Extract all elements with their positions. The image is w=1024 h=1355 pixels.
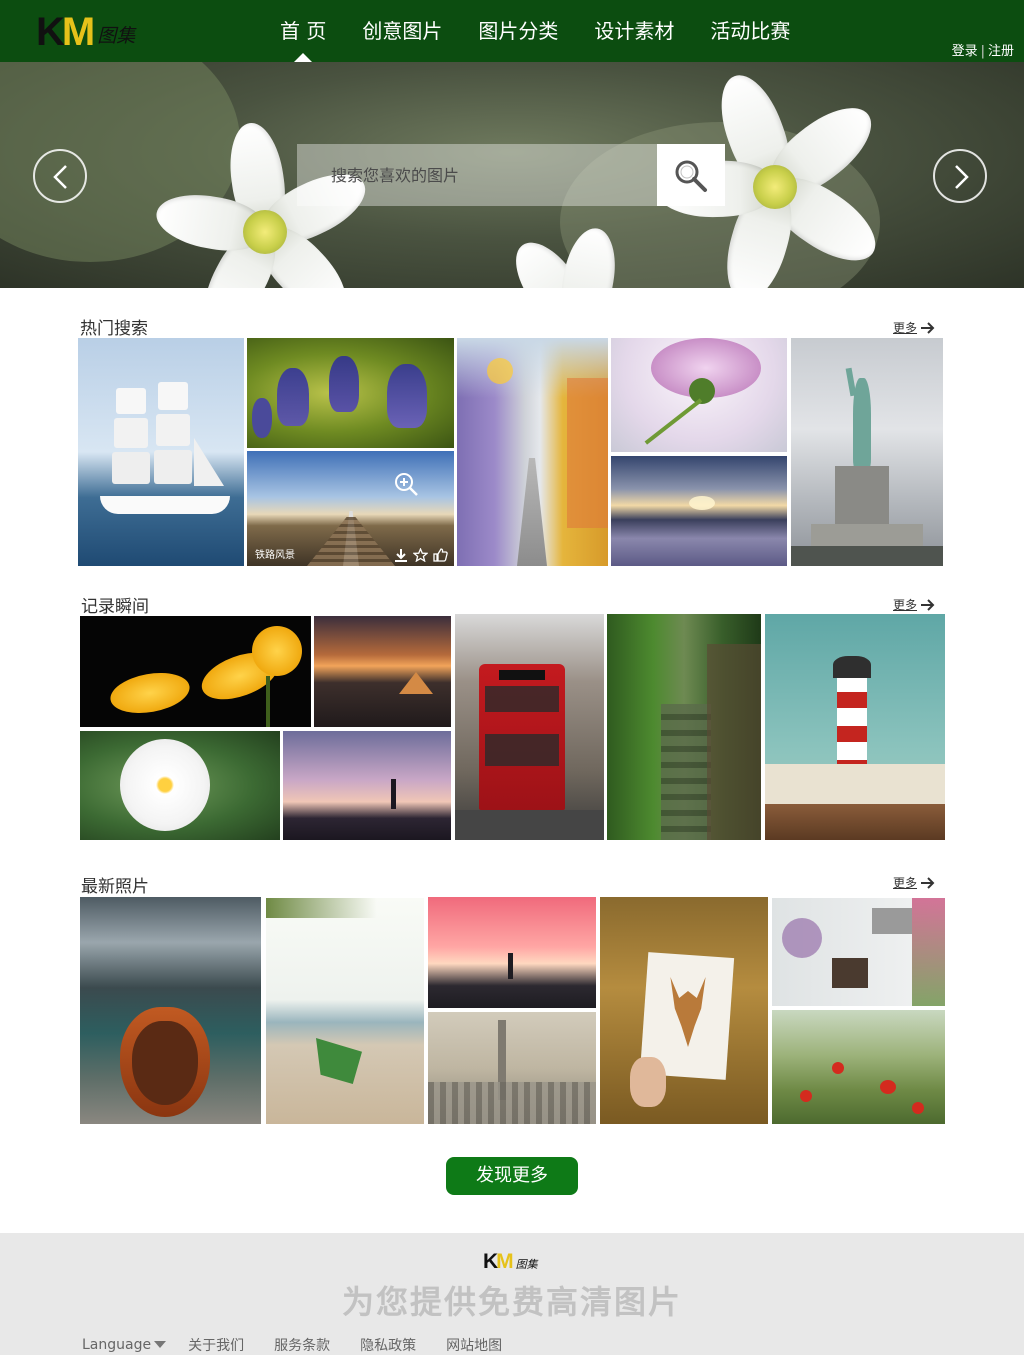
nav-contests[interactable]: 活动比赛 (692, 0, 808, 62)
register-link[interactable]: 注册 (988, 44, 1014, 59)
banner-next-button[interactable] (933, 149, 987, 203)
chevron-left-icon (53, 165, 67, 189)
hero-banner (0, 62, 1024, 288)
search-button[interactable] (657, 144, 725, 206)
banner-prev-button[interactable] (33, 149, 87, 203)
photo-pink-cosmos[interactable] (611, 338, 787, 452)
footer-links: Language 关于我们 服务条款 隐私政策 网站地图 (82, 1335, 532, 1355)
photo-mossy-stairs[interactable] (607, 614, 761, 840)
auth-divider: | (980, 44, 985, 59)
thumbs-up-icon[interactable] (433, 548, 448, 562)
footer-link-about[interactable]: 关于我们 (188, 1335, 244, 1355)
more-link-hot[interactable]: 更多 (893, 319, 935, 336)
photo-poppy-field[interactable] (772, 1010, 945, 1124)
photo-sailboat[interactable] (78, 338, 244, 566)
footer-logo-text: 图集 (515, 1258, 538, 1271)
top-navbar: K M 图集 首 页 创意图片 图片分类 设计素材 活动比赛 登录 | 注册 (0, 0, 1024, 62)
nav-image-categories[interactable]: 图片分类 (460, 0, 576, 62)
footer-link-terms[interactable]: 服务条款 (274, 1335, 330, 1355)
photo-caption: 铁路风景 (255, 550, 295, 561)
footer-link-privacy[interactable]: 隐私政策 (360, 1335, 416, 1355)
search-bar (297, 144, 725, 206)
search-input[interactable] (297, 144, 657, 206)
footer-logo[interactable]: K M 图集 (483, 1251, 538, 1272)
more-label: 更多 (893, 598, 918, 612)
arrow-right-icon (921, 876, 935, 889)
star-icon[interactable] (413, 548, 428, 562)
more-link-moments[interactable]: 更多 (893, 596, 935, 613)
photo-desk-flatlay[interactable] (772, 898, 945, 1006)
chevron-right-icon (955, 165, 969, 189)
photo-london-bus[interactable] (455, 614, 604, 840)
photo-tent-sunset[interactable] (314, 616, 451, 727)
site-logo[interactable]: K M 图集 (36, 12, 135, 52)
language-selector[interactable]: Language (82, 1335, 167, 1355)
logo-text: 图集 (97, 25, 136, 47)
photo-railway[interactable]: 铁路风景 (247, 451, 454, 566)
main-nav: 首 页 创意图片 图片分类 设计素材 活动比赛 (262, 0, 808, 62)
photo-statue-of-liberty[interactable] (791, 338, 943, 566)
arrow-right-icon (921, 321, 935, 334)
more-link-latest[interactable]: 更多 (893, 874, 935, 891)
discover-more-button[interactable]: 发现更多 (446, 1157, 578, 1195)
arrow-right-icon (921, 598, 935, 611)
language-label: Language (82, 1337, 152, 1353)
footer-logo-m: M (496, 1250, 514, 1273)
nav-design-materials[interactable]: 设计素材 (576, 0, 692, 62)
caret-down-icon (154, 1341, 167, 1348)
photo-beach-chair[interactable] (266, 898, 424, 1124)
section-title-hot: 热门搜索 (80, 319, 148, 339)
section-title-latest: 最新照片 (81, 877, 149, 897)
zoom-icon[interactable] (393, 471, 419, 497)
login-link[interactable]: 登录 (952, 44, 978, 59)
photo-sunset-field[interactable] (611, 456, 787, 566)
more-label: 更多 (893, 876, 918, 890)
photo-pink-sunset[interactable] (428, 897, 596, 1008)
photo-purple-flowers[interactable] (247, 338, 454, 448)
nav-home[interactable]: 首 页 (262, 0, 344, 62)
download-icon[interactable] (394, 548, 408, 562)
photo-yellow-flowers[interactable] (80, 616, 311, 727)
photo-silhouette-hill[interactable] (283, 731, 451, 840)
photo-boat-lake[interactable] (80, 897, 261, 1124)
footer-link-sitemap[interactable]: 网站地图 (446, 1335, 502, 1355)
footer-slogan: 为您提供免费高清图片 (341, 1283, 682, 1321)
nav-creative-images[interactable]: 创意图片 (344, 0, 460, 62)
photo-white-narcissus[interactable] (80, 731, 280, 840)
footer: K M 图集 为您提供免费高清图片 Language 关于我们 服务条款 隐私政… (0, 1233, 1024, 1355)
photo-deer-card[interactable] (600, 897, 768, 1124)
photo-colorful-street[interactable] (457, 338, 608, 566)
search-icon (675, 160, 707, 192)
footer-logo-k: K (483, 1250, 498, 1273)
photo-dubai-skyline[interactable] (428, 1012, 596, 1124)
logo-m: M (61, 10, 96, 54)
photo-actions (394, 548, 448, 562)
auth-links: 登录 | 注册 (952, 40, 1014, 59)
section-title-moments: 记录瞬间 (81, 597, 149, 617)
logo-k: K (36, 10, 65, 54)
photo-lighthouse[interactable] (765, 614, 945, 840)
more-label: 更多 (893, 321, 918, 335)
